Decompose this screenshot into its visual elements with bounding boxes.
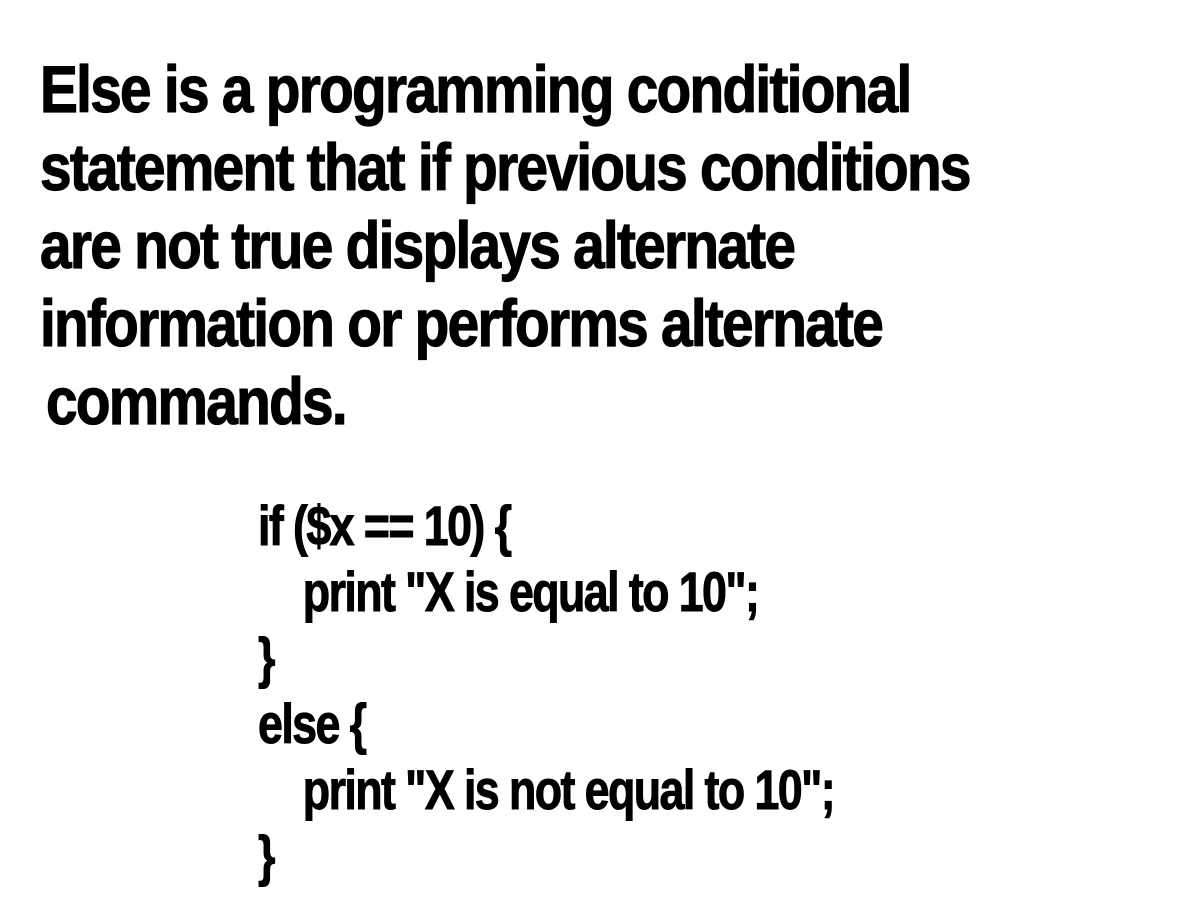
code-line-print-not-equal: print "X is not equal to 10";: [302, 758, 836, 822]
definition-line: Else is a programming conditional: [39, 51, 912, 126]
definition-line: statement that if previous conditions: [39, 129, 972, 204]
definition-line: are not true displays alternate: [39, 207, 796, 282]
definition-text: Else is a programming conditional statem…: [39, 50, 1170, 440]
code-line-if: if ($x == 10) {: [258, 494, 513, 558]
definition-line: commands.: [45, 363, 348, 438]
definition-line: information or performs alternate: [39, 285, 884, 360]
code-example: if ($x == 10) { print "X is equal to 10"…: [258, 493, 978, 889]
code-line-close-brace: }: [258, 824, 276, 888]
code-line-else: else {: [258, 692, 368, 756]
code-line-print-equal: print "X is equal to 10";: [302, 560, 760, 624]
code-line-close-brace: }: [258, 626, 276, 690]
slide: Else is a programming conditional statem…: [0, 0, 1202, 900]
